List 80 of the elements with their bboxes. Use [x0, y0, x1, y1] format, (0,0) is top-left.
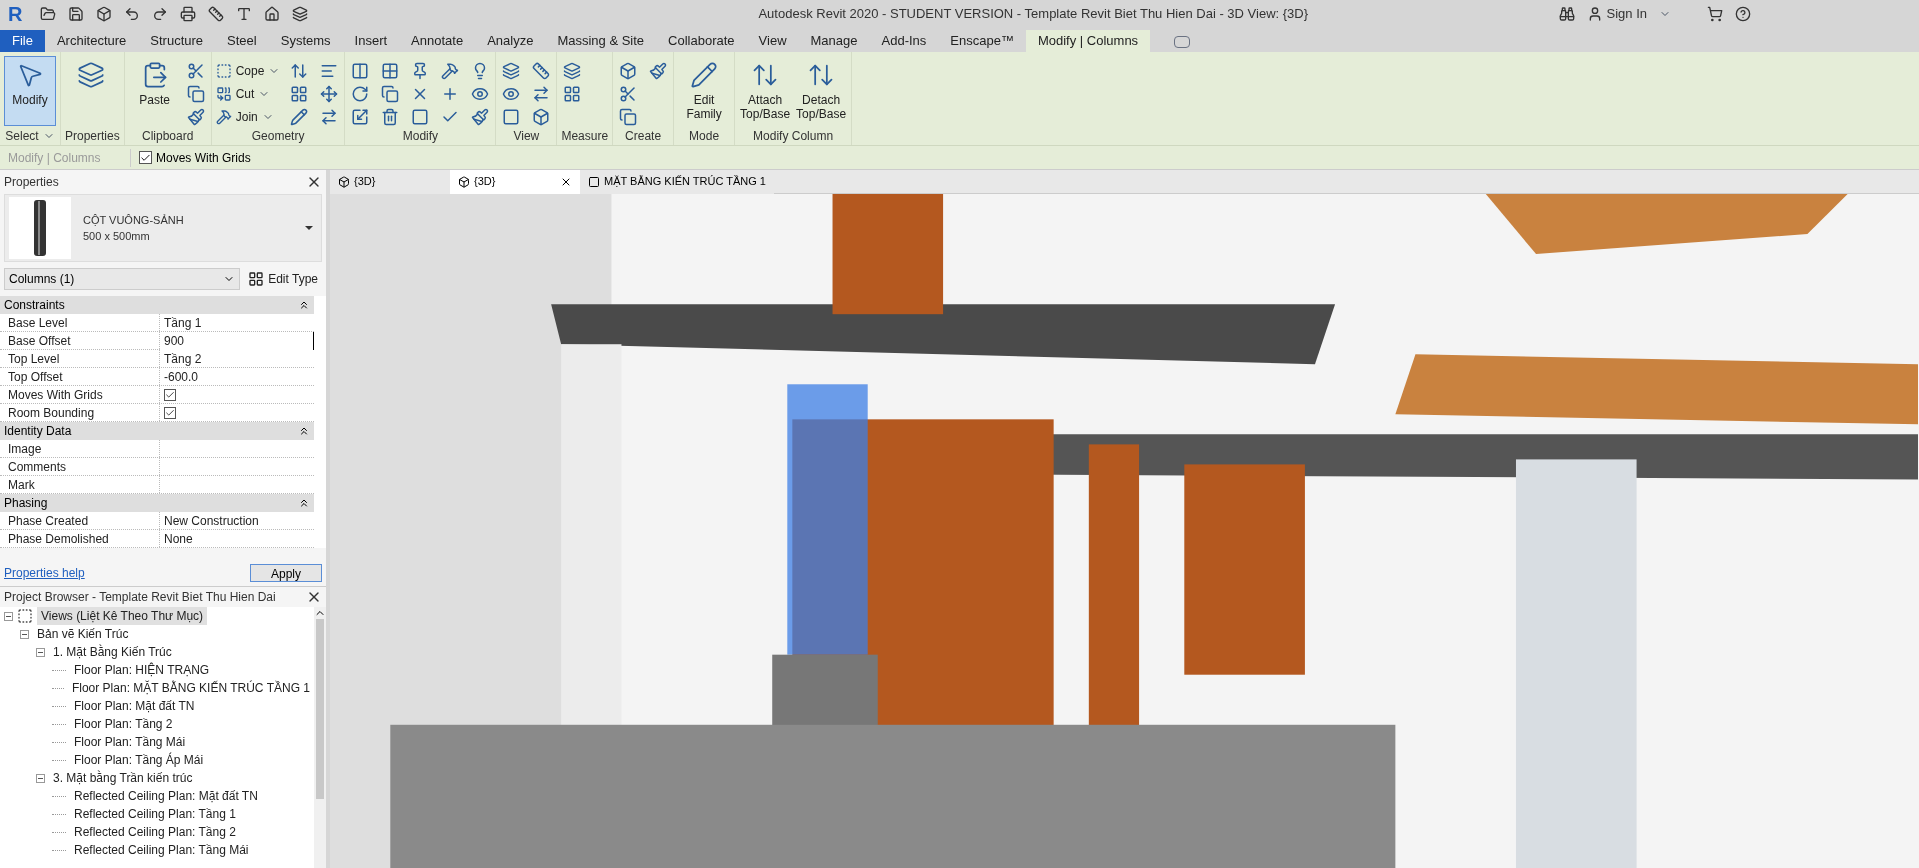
- type-size: 500 x 500mm: [83, 229, 151, 244]
- ribbon-tab[interactable]: Architecture: [44, 30, 139, 52]
- tree-item[interactable]: Reflected Ceiling Plan: Tầng 2: [70, 823, 240, 841]
- property-label: Moves With Grids: [0, 386, 160, 403]
- ribbon-button[interactable]: Modify: [4, 56, 56, 126]
- property-value[interactable]: None: [160, 529, 197, 548]
- tree-item[interactable]: Floor Plan: Tầng 2: [70, 715, 177, 733]
- panel-label: Mode: [689, 128, 720, 145]
- ribbon-tab[interactable]: Analyze: [475, 30, 546, 52]
- panel-label: Modify: [402, 128, 439, 145]
- panel-label: View: [513, 128, 540, 145]
- ribbon-tab[interactable]: Systems: [268, 30, 343, 52]
- tree-item[interactable]: Floor Plan: Tầng Áp Mái: [70, 751, 208, 769]
- ribbon-tab[interactable]: Annotate: [399, 30, 476, 52]
- ribbon-tab[interactable]: Modify | Columns: [1025, 30, 1151, 52]
- tree-item[interactable]: Reflected Ceiling Plan: Mặt đất TN: [70, 787, 262, 805]
- type-name: CỘT VUÔNG-SẢNH: [83, 212, 185, 228]
- property-label: Phase Demolished: [0, 530, 160, 547]
- document-tab[interactable]: {3D}: [450, 169, 580, 194]
- tree-item[interactable]: Floor Plan: MẶT BẰNG KIẾN TRÚC TẦNG 1: [67, 679, 314, 697]
- ribbon-button[interactable]: Paste: [128, 56, 181, 126]
- panel-label: Geometry: [251, 128, 305, 145]
- ribbon-button[interactable]: Cut: [215, 83, 281, 105]
- property-input[interactable]: 900: [160, 331, 314, 350]
- panel-label: Measure: [561, 128, 609, 145]
- window-title: Autodesk Revit 2020 - STUDENT VERSION - Template Revit Biet Thu Hien Dai - 3D View: {3D}: [758, 5, 1309, 24]
- ribbon-button[interactable]: Join: [215, 106, 281, 127]
- tree-item[interactable]: 3. Mặt bằng Trần kiến trúc: [49, 769, 197, 787]
- group-header[interactable]: Constraints: [4, 296, 65, 314]
- group-header[interactable]: Phasing: [4, 494, 48, 512]
- ribbon-button[interactable]: Detach Top/Base: [795, 56, 848, 126]
- tree-item[interactable]: Reflected Ceiling Plan: Tầng Mái: [70, 841, 253, 859]
- panel-label: Create: [625, 128, 662, 145]
- ribbon-button[interactable]: Attach Top/Base: [739, 56, 792, 126]
- property-label: Mark: [0, 476, 160, 493]
- property-value[interactable]: Tầng 2: [160, 349, 206, 368]
- checkbox-label: Moves With Grids: [156, 149, 251, 167]
- ribbon-tab[interactable]: Steel: [215, 30, 269, 52]
- ribbon-tab[interactable]: Add-Ins: [869, 30, 939, 52]
- ribbon-button[interactable]: Edit Family: [678, 56, 731, 126]
- ribbon-tab[interactable]: Collaborate: [656, 30, 747, 52]
- tree-item[interactable]: Bản vẽ Kiến Trúc: [33, 625, 133, 643]
- property-label: Phase Created: [0, 512, 160, 529]
- ribbon-tab[interactable]: File: [0, 30, 45, 52]
- context-label: Modify | Columns: [7, 149, 102, 167]
- tree-item[interactable]: Floor Plan: Mặt đất TN: [70, 697, 199, 715]
- apply-button[interactable]: Apply: [250, 564, 322, 582]
- tree-item[interactable]: Reflected Ceiling Plan: Tầng 1: [70, 805, 240, 823]
- property-label: Room Bounding: [0, 404, 160, 421]
- tree-item[interactable]: Floor Plan: HIỆN TRẠNG: [70, 661, 214, 679]
- tree-item[interactable]: Floor Plan: Tầng Mái: [70, 733, 190, 751]
- property-value[interactable]: New Construction: [160, 511, 263, 530]
- help-link[interactable]: Properties help: [4, 564, 85, 582]
- ribbon-tab[interactable]: Insert: [342, 30, 400, 52]
- property-value[interactable]: Tầng 1: [160, 313, 206, 332]
- ribbon-button[interactable]: Cope: [215, 60, 281, 82]
- panel-title: Properties: [4, 174, 59, 191]
- property-label: Comments: [0, 458, 160, 475]
- ribbon-tab[interactable]: Manage: [798, 30, 870, 52]
- ribbon-tab[interactable]: Structure: [138, 30, 216, 52]
- type-selector[interactable]: CỘT VUÔNG-SẢNH 500 x 500mm: [4, 194, 322, 262]
- panel-title: Project Browser - Template Revit Biet Thu Hien Dai: [4, 589, 276, 606]
- ribbon-tab[interactable]: View: [746, 30, 799, 52]
- app-logo[interactable]: R: [8, 0, 32, 29]
- tree-item[interactable]: Views (Liệt Kê Theo Thư Mục): [37, 607, 208, 625]
- tree-item[interactable]: 1. Mặt Bằng Kiến Trúc: [49, 643, 176, 661]
- ribbon-tab[interactable]: Massing & Site: [545, 30, 657, 52]
- panel-label: Properties: [65, 128, 120, 145]
- property-label: Image: [0, 440, 160, 457]
- instance-selector[interactable]: Columns (1): [4, 268, 241, 290]
- property-label: Top Level: [0, 350, 160, 367]
- sign-in-button[interactable]: Sign In: [1586, 4, 1647, 24]
- property-label: Base Level: [0, 314, 160, 331]
- panel-label: Clipboard: [142, 128, 194, 145]
- property-value[interactable]: -600.0: [160, 367, 203, 386]
- ribbon-tab[interactable]: Enscape™: [938, 30, 1026, 52]
- panel-label[interactable]: Select: [5, 127, 55, 145]
- edit-type-button[interactable]: Edit Type: [244, 268, 322, 290]
- property-label: Top Offset: [0, 368, 160, 385]
- panel-label: Modify Column: [753, 128, 834, 145]
